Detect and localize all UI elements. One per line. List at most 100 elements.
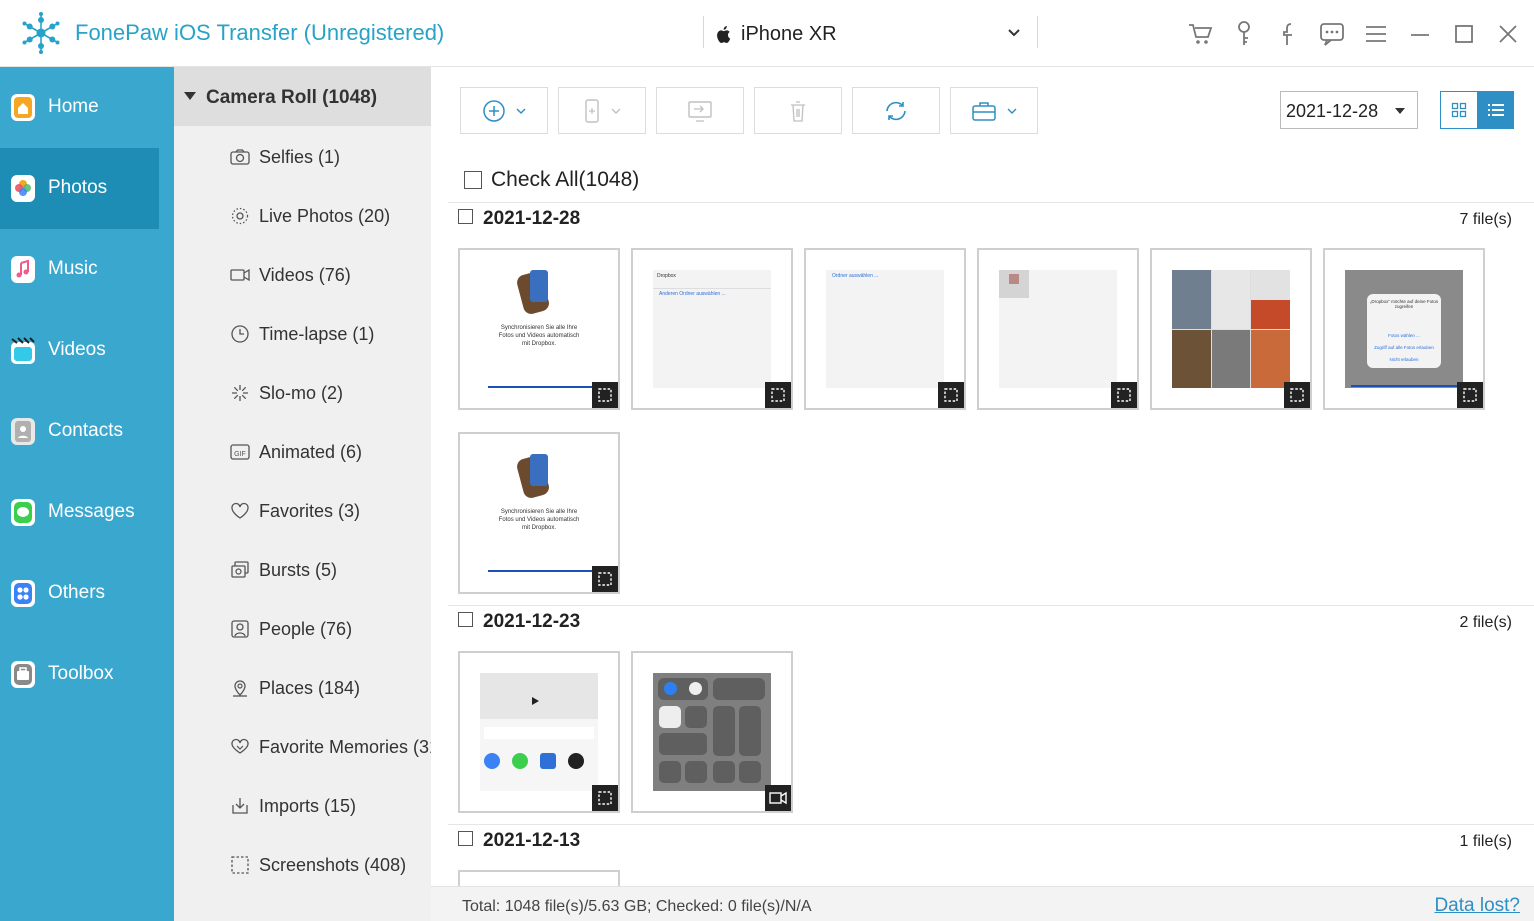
bursts-icon [231, 561, 249, 578]
album-item-slo-mo[interactable]: Slo-mo (2) [174, 373, 431, 413]
fonepaw-logo-icon [22, 12, 60, 54]
group-divider [448, 824, 1534, 825]
chat-icon [1320, 23, 1344, 46]
divider [703, 16, 704, 48]
toolbox-button[interactable] [950, 87, 1038, 134]
date-filter-value: 2021-12-28 [1286, 101, 1379, 121]
screenshot-badge-icon [938, 382, 964, 408]
export-to-device-button[interactable] [558, 87, 646, 134]
album-item-time-lapse[interactable]: Time-lapse (1) [174, 314, 431, 354]
photo-thumbnail[interactable]: Synchronisieren Sie alle Ihre Fotos und … [458, 432, 620, 594]
export-pc-icon [688, 100, 712, 122]
app-title: FonePaw iOS Transfer (Unregistered) [75, 20, 445, 45]
data-lost-link[interactable]: Data lost? [1434, 895, 1520, 917]
screenshot-badge-icon [592, 382, 618, 408]
screenshot-badge-icon [1284, 382, 1310, 408]
close-button[interactable] [1486, 18, 1530, 50]
app-window: FonePaw iOS Transfer (Unregistered) iPho… [0, 0, 1534, 921]
album-item-favorite-memories[interactable]: Favorite Memories (31 [174, 727, 431, 767]
screenshot-badge-icon [592, 785, 618, 811]
group-checkbox[interactable] [458, 831, 473, 846]
delete-icon [791, 100, 805, 122]
chevron-down-icon [611, 108, 621, 114]
album-item-selfies[interactable]: Selfies (1) [174, 137, 431, 177]
photo-thumbnail[interactable] [977, 248, 1139, 410]
photo-thumbnail[interactable]: Synchronisieren Sie alle Ihre Fotos und … [458, 248, 620, 410]
sidebar: Home Photos Music Videos Contacts Messag… [0, 67, 174, 921]
sidebar-item-toolbox[interactable]: Toolbox [0, 634, 174, 715]
video-thumbnail[interactable] [631, 651, 793, 813]
sidebar-item-others[interactable]: Others [0, 553, 174, 634]
gif-icon: GIF [230, 444, 250, 460]
status-bar: Total: 1048 file(s)/5.63 GB; Checked: 0 … [431, 886, 1534, 921]
export-device-icon [585, 98, 599, 123]
group-date: 2021-12-28 [483, 208, 581, 229]
list-view-button[interactable] [1477, 91, 1514, 129]
photo-thumbnail[interactable]: Dropbox Anderen Ordner auswählen ... [631, 248, 793, 410]
divider [1037, 16, 1038, 48]
album-item-screenshots[interactable]: Screenshots (408) [174, 845, 431, 885]
camera-icon [230, 149, 250, 165]
video-icon [230, 268, 250, 282]
group-file-count: 7 file(s) [1459, 211, 1512, 228]
album-item-imports[interactable]: Imports (15) [174, 786, 431, 826]
home-icon [11, 94, 35, 121]
album-item-people[interactable]: People (76) [174, 609, 431, 649]
music-icon [11, 256, 35, 283]
screenshot-icon [231, 856, 249, 874]
menu-button[interactable] [1354, 18, 1398, 50]
sidebar-item-music[interactable]: Music [0, 229, 174, 310]
contacts-icon [11, 418, 35, 445]
date-filter-select[interactable]: 2021-12-28 [1280, 91, 1418, 129]
videos-icon [11, 337, 35, 364]
group-checkbox[interactable] [458, 612, 473, 627]
device-selector[interactable]: iPhone XR [715, 20, 837, 48]
others-icon [11, 580, 35, 607]
album-item-live-photos[interactable]: Live Photos (20) [174, 196, 431, 236]
video-badge-icon [765, 785, 791, 811]
facebook-button[interactable] [1266, 18, 1310, 50]
refresh-button[interactable] [852, 87, 940, 134]
check-all-checkbox[interactable] [464, 171, 482, 189]
group-date: 2021-12-23 [483, 611, 581, 632]
album-item-videos[interactable]: Videos (76) [174, 255, 431, 295]
group-checkbox[interactable] [458, 209, 473, 224]
hamburger-icon [1366, 26, 1386, 42]
sidebar-item-videos[interactable]: Videos [0, 310, 174, 391]
photo-thumbnail[interactable]: „Dropbox“ möchte auf deine Fotos zugreif… [1323, 248, 1485, 410]
export-to-pc-button[interactable] [656, 87, 744, 134]
photo-thumbnail[interactable]: Ordner auswählen ... [804, 248, 966, 410]
feedback-button[interactable] [1310, 18, 1354, 50]
sidebar-item-home[interactable]: Home [0, 67, 174, 148]
album-item-places[interactable]: Places (184) [174, 668, 431, 708]
svg-text:GIF: GIF [234, 451, 246, 458]
chevron-down-icon[interactable] [1006, 24, 1022, 40]
group-date: 2021-12-13 [483, 830, 581, 851]
main-content: 2021-12-28 Check All(1048) 2021-12-28 7 … [431, 67, 1534, 921]
album-camera-roll[interactable]: Camera Roll (1048) [174, 67, 431, 126]
cart-button[interactable] [1178, 18, 1222, 50]
album-panel: Camera Roll (1048) Selfies (1) Live Phot… [174, 67, 431, 921]
photo-thumbnail[interactable] [1150, 248, 1312, 410]
sidebar-item-photos[interactable]: Photos [0, 148, 159, 229]
expand-triangle-icon[interactable] [184, 92, 196, 100]
add-button[interactable] [460, 87, 548, 134]
photo-thumbnail[interactable] [458, 651, 620, 813]
album-item-favorites[interactable]: Favorites (3) [174, 491, 431, 531]
sidebar-item-messages[interactable]: Messages [0, 472, 174, 553]
screenshot-badge-icon [592, 566, 618, 592]
album-item-animated[interactable]: GIF Animated (6) [174, 432, 431, 472]
album-item-bursts[interactable]: Bursts (5) [174, 550, 431, 590]
grid-view-button[interactable] [1440, 91, 1478, 129]
register-button[interactable] [1222, 18, 1266, 50]
delete-button[interactable] [754, 87, 842, 134]
grid-icon [1451, 102, 1467, 118]
group-file-count: 1 file(s) [1459, 833, 1512, 850]
minimize-button[interactable] [1398, 18, 1442, 50]
heart-double-icon [231, 738, 249, 754]
chevron-down-icon [516, 108, 526, 114]
close-icon [1499, 25, 1517, 43]
refresh-icon [886, 101, 906, 120]
sidebar-item-contacts[interactable]: Contacts [0, 391, 174, 472]
maximize-button[interactable] [1442, 18, 1486, 50]
